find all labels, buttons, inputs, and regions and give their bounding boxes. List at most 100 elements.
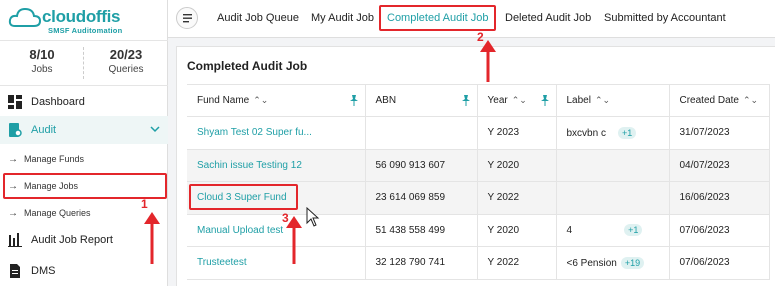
column-label: Year [487, 95, 508, 106]
sort-icon[interactable]: ⌃⌄ [512, 95, 527, 106]
stat-queries-value: 20/23 [109, 47, 143, 62]
abn-cell: 51 438 558 499 [365, 214, 478, 247]
label-cell [556, 149, 670, 182]
fund-name-link[interactable]: Shyam Test 02 Super fu... [187, 116, 366, 150]
sidebar-item-dashboard[interactable]: Dashboard [0, 88, 168, 116]
document-icon [10, 264, 20, 278]
annotation-arrow-1 [144, 212, 160, 264]
subitem-label: Manage Queries [24, 208, 91, 218]
year-cell: Y 2020 [477, 149, 557, 182]
column-header-abn[interactable]: ABN [365, 84, 478, 117]
column-header-label[interactable]: Label ⌃⌄ [556, 84, 670, 117]
subitem-label: Manage Funds [24, 154, 85, 164]
arrow-right-icon: → [8, 207, 18, 219]
highlight-manage-jobs [3, 173, 167, 199]
year-cell: Y 2023 [477, 116, 557, 150]
label-text: <6 Pension [566, 257, 617, 269]
label-count-badge[interactable]: +19 [620, 256, 645, 269]
pin-icon[interactable] [349, 95, 359, 106]
stat-jobs: 8/10 Jobs [0, 47, 84, 75]
pin-icon[interactable] [461, 95, 471, 106]
arrow-right-icon: → [8, 153, 18, 165]
abn-cell: 56 090 913 607 [365, 149, 478, 182]
highlight-completed-tab [379, 5, 496, 31]
created-date-cell: 07/06/2023 [669, 246, 770, 280]
report-icon [8, 233, 22, 247]
year-cell: Y 2022 [477, 181, 557, 215]
table-row[interactable]: Shyam Test 02 Super fu... Y 2023 bxcvbn … [187, 116, 770, 150]
table-header-row: Fund Name ⌃⌄ ABN Year ⌃⌄ Label ⌃⌄ Create… [187, 84, 770, 117]
stat-queries: 20/23 Queries [84, 47, 168, 75]
column-header-year[interactable]: Year ⌃⌄ [477, 84, 557, 117]
column-label: Label [566, 95, 591, 106]
table-row[interactable]: Trusteetest 32 128 790 741 Y 2022 <6 Pen… [187, 246, 770, 280]
abn-cell: 32 128 790 741 [365, 246, 478, 280]
sort-icon[interactable]: ⌃⌄ [595, 95, 610, 106]
created-date-cell: 31/07/2023 [669, 116, 770, 150]
stat-queries-label: Queries [108, 64, 144, 75]
stat-jobs-label: Jobs [31, 64, 53, 75]
sort-icon[interactable]: ⌃⌄ [743, 95, 758, 106]
column-header-created-date[interactable]: Created Date ⌃⌄ [669, 84, 770, 117]
annotation-step-3: 3 [282, 211, 289, 225]
label-cell: <6 Pension +19 [556, 246, 670, 280]
year-cell: Y 2022 [477, 246, 557, 280]
year-cell: Y 2020 [477, 214, 557, 247]
tab-deleted-audit-job[interactable]: Deleted Audit Job [505, 12, 591, 24]
sort-icon[interactable]: ⌃⌄ [253, 95, 268, 106]
pin-icon[interactable] [540, 95, 550, 106]
app-root: cloudoffis SMSF Auditomation 8/10 Jobs 2… [0, 0, 775, 286]
logo: cloudoffis SMSF Auditomation [8, 4, 158, 38]
audit-job-table: Fund Name ⌃⌄ ABN Year ⌃⌄ Label ⌃⌄ Create… [187, 84, 770, 280]
highlight-fund-cloud-3 [189, 184, 298, 210]
abn-cell: 23 614 069 859 [365, 181, 478, 215]
fund-name-link[interactable]: Trusteetest [187, 246, 366, 280]
label-text: 4 [566, 225, 573, 237]
sidebar-subitem-manage-funds[interactable]: → Manage Funds [8, 148, 84, 170]
top-nav-bar: Audit Job Queue My Audit Job Completed A… [168, 0, 775, 38]
stats-panel: 8/10 Jobs 20/23 Queries [0, 40, 168, 86]
sidebar-subitem-manage-queries[interactable]: → Manage Queries [8, 202, 91, 224]
sidebar-item-label: Audit [31, 124, 57, 136]
annotation-step-2: 2 [477, 30, 484, 44]
label-count-badge[interactable]: +1 [624, 224, 643, 237]
mouse-cursor-icon [306, 207, 320, 227]
table-row[interactable]: Sachin issue Testing 12 56 090 913 607 Y… [187, 149, 770, 182]
column-label: Created Date [679, 95, 739, 106]
tab-audit-job-queue[interactable]: Audit Job Queue [217, 12, 299, 24]
label-cell [556, 181, 670, 215]
column-header-fund-name[interactable]: Fund Name ⌃⌄ [187, 84, 366, 117]
tab-my-audit-job[interactable]: My Audit Job [311, 12, 374, 24]
sidebar-item-label: Dashboard [31, 96, 85, 108]
hamburger-icon [183, 14, 192, 23]
sidebar-item-label: Audit Job Report [31, 234, 113, 246]
tab-submitted-by-accountant[interactable]: Submitted by Accountant [604, 12, 726, 24]
label-text: bxcvbn c [566, 127, 606, 139]
table-row[interactable]: Manual Upload test 51 438 558 499 Y 2020… [187, 214, 770, 247]
annotation-arrow-2 [480, 40, 496, 82]
audit-icon [9, 123, 22, 137]
label-cell: 4 +1 [556, 214, 670, 247]
sidebar-item-label: DMS [31, 265, 56, 277]
annotation-step-1: 1 [141, 197, 148, 211]
label-cell: bxcvbn c +1 [556, 116, 670, 150]
created-date-cell: 16/06/2023 [669, 181, 770, 215]
column-label: Fund Name [197, 95, 250, 106]
created-date-cell: 07/06/2023 [669, 214, 770, 247]
fund-name-link[interactable]: Sachin issue Testing 12 [187, 149, 366, 182]
card-title: Completed Audit Job [187, 59, 308, 73]
dashboard-icon [8, 95, 22, 109]
label-count-badge[interactable]: +1 [617, 126, 637, 139]
stat-jobs-value: 8/10 [29, 47, 55, 62]
sidebar-item-audit[interactable]: Audit [0, 116, 168, 144]
main-content: Completed Audit Job Fund Name ⌃⌄ ABN Yea… [168, 38, 775, 286]
column-label: ABN [375, 95, 397, 106]
cloud-logo-icon [8, 7, 42, 27]
brand-subtitle: SMSF Auditomation [48, 26, 123, 35]
created-date-cell: 04/07/2023 [669, 149, 770, 182]
chevron-down-icon[interactable] [150, 124, 160, 134]
fund-name-link[interactable]: Manual Upload test [187, 214, 366, 247]
brand-name: cloudoffis [42, 7, 121, 26]
menu-toggle-button[interactable] [176, 7, 198, 29]
abn-cell [365, 116, 478, 150]
